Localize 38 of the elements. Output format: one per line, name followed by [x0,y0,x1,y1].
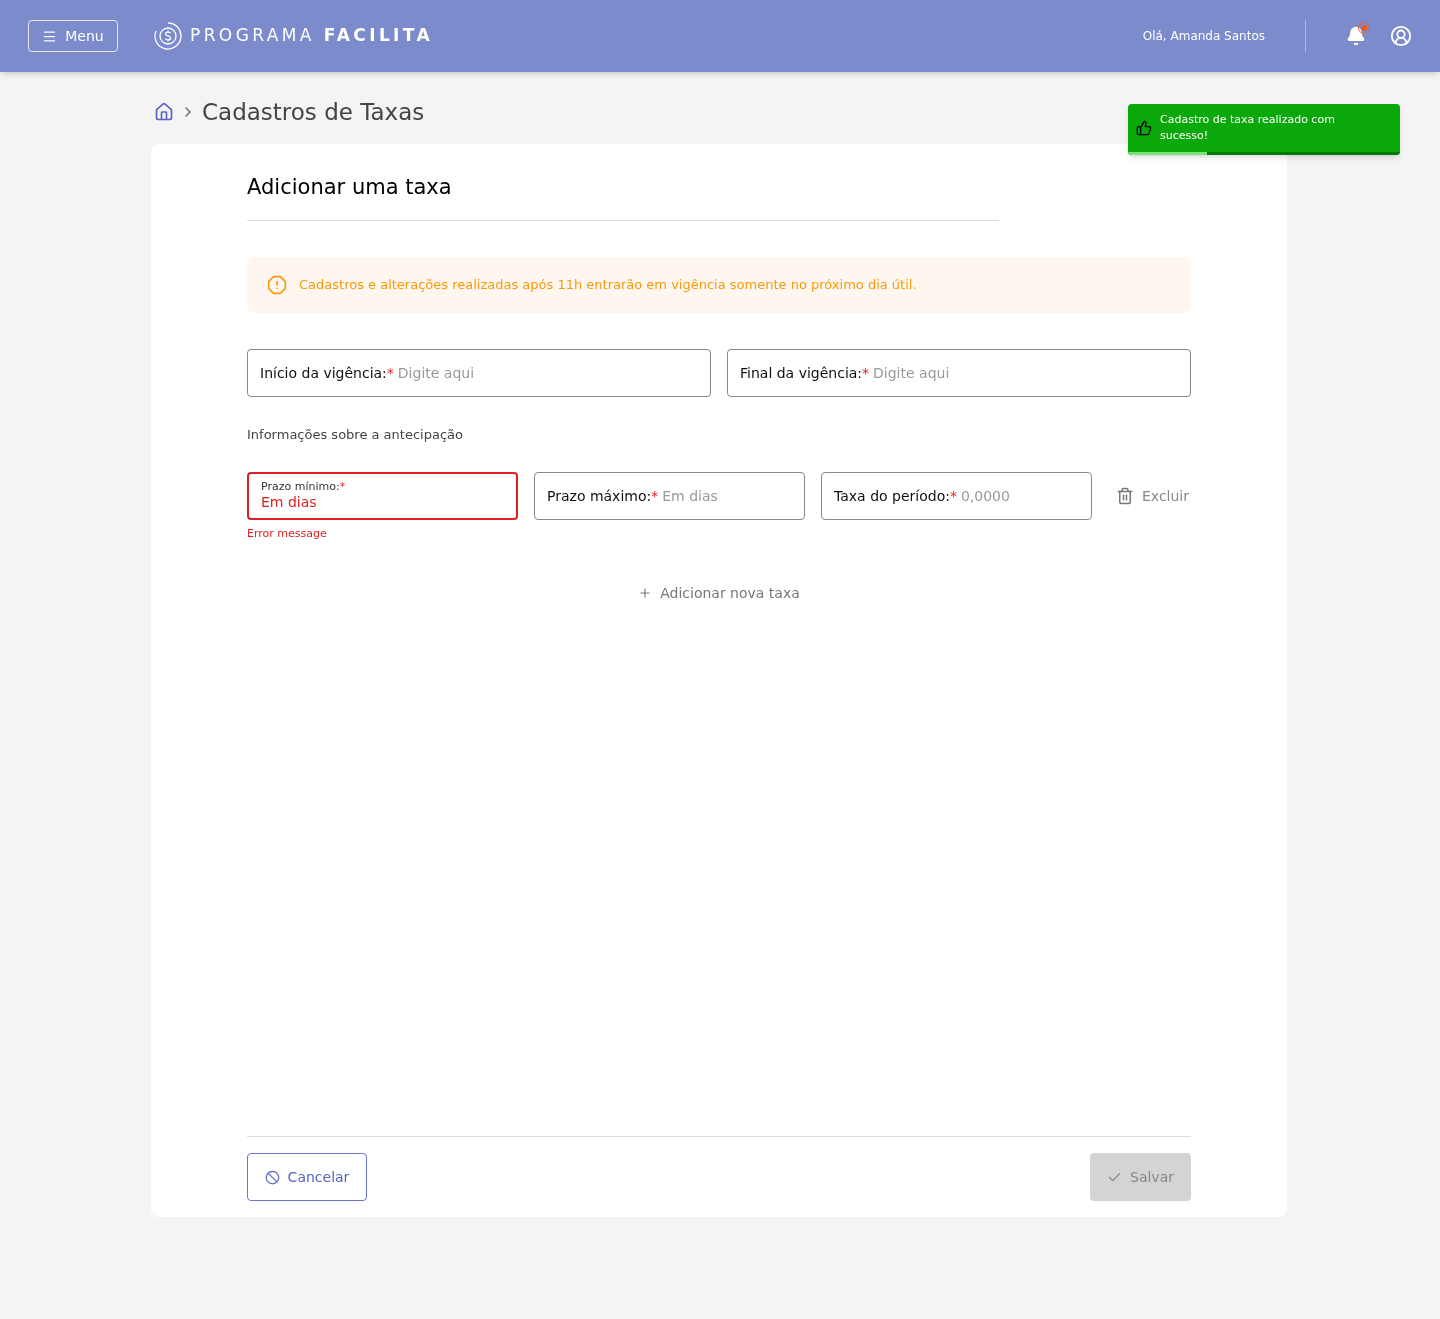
field-placeholder: Em dias [261,494,318,512]
coin-logo-icon [154,22,182,50]
toast-message: Cadastro de taxa realizado com sucesso! [1160,112,1336,144]
user-greeting: Olá, Amanda Santos [1142,28,1265,44]
field-label: Prazo mínimo:* [261,480,347,495]
delete-button[interactable]: Excluir [1116,472,1189,520]
bell-icon [1346,26,1366,46]
field-placeholder: Digite aqui [873,363,950,383]
notifications-button[interactable] [1346,26,1366,46]
field-label: Final da vigência:* [740,363,870,383]
field-placeholder: Em dias [662,487,718,506]
trash-icon [1116,487,1134,505]
home-icon[interactable] [154,102,174,122]
form-title: Adicionar uma taxa [247,172,999,221]
warning-icon [267,274,287,295]
section-title: Informações sobre a antecipação [247,425,464,444]
add-rate-button[interactable]: Adicionar nova taxa [638,582,800,603]
warning-text: Cadastros e alterações realizadas após 11h entrarão em vigência somente no próximo dia útil. [299,275,917,294]
profile-button[interactable] [1390,25,1412,47]
input-field[interactable]: Prazo mínimo:* Em dias [247,472,518,520]
page-title: Cadastros de Taxas [202,97,425,127]
cancel-icon [264,1169,280,1185]
logo-text: PROGRAMA FACILITA [190,24,434,48]
thumbs-up-icon [1136,120,1152,136]
field-placeholder: Digite aqui [397,363,475,383]
field-placeholder: 0,0000 [960,487,1010,506]
input-field[interactable]: Prazo máximo:* Em dias [534,472,805,520]
input-field[interactable]: Início da vigência:* Digite aqui [247,348,711,397]
error-message: Error message [247,526,328,542]
menu-icon [42,28,58,44]
user-icon [1390,25,1412,47]
input-field[interactable]: Taxa do período:* 0,0000 [821,472,1092,520]
plus-icon [638,585,653,600]
field-label: Taxa do período:* [834,487,957,506]
cancel-button[interactable]: Cancelar [247,1153,367,1201]
input-field[interactable]: Final da vigência:* Digite aqui [727,348,1191,397]
field-label: Início da vigência:* [260,363,394,383]
field-label: Prazo máximo:* [547,487,659,506]
